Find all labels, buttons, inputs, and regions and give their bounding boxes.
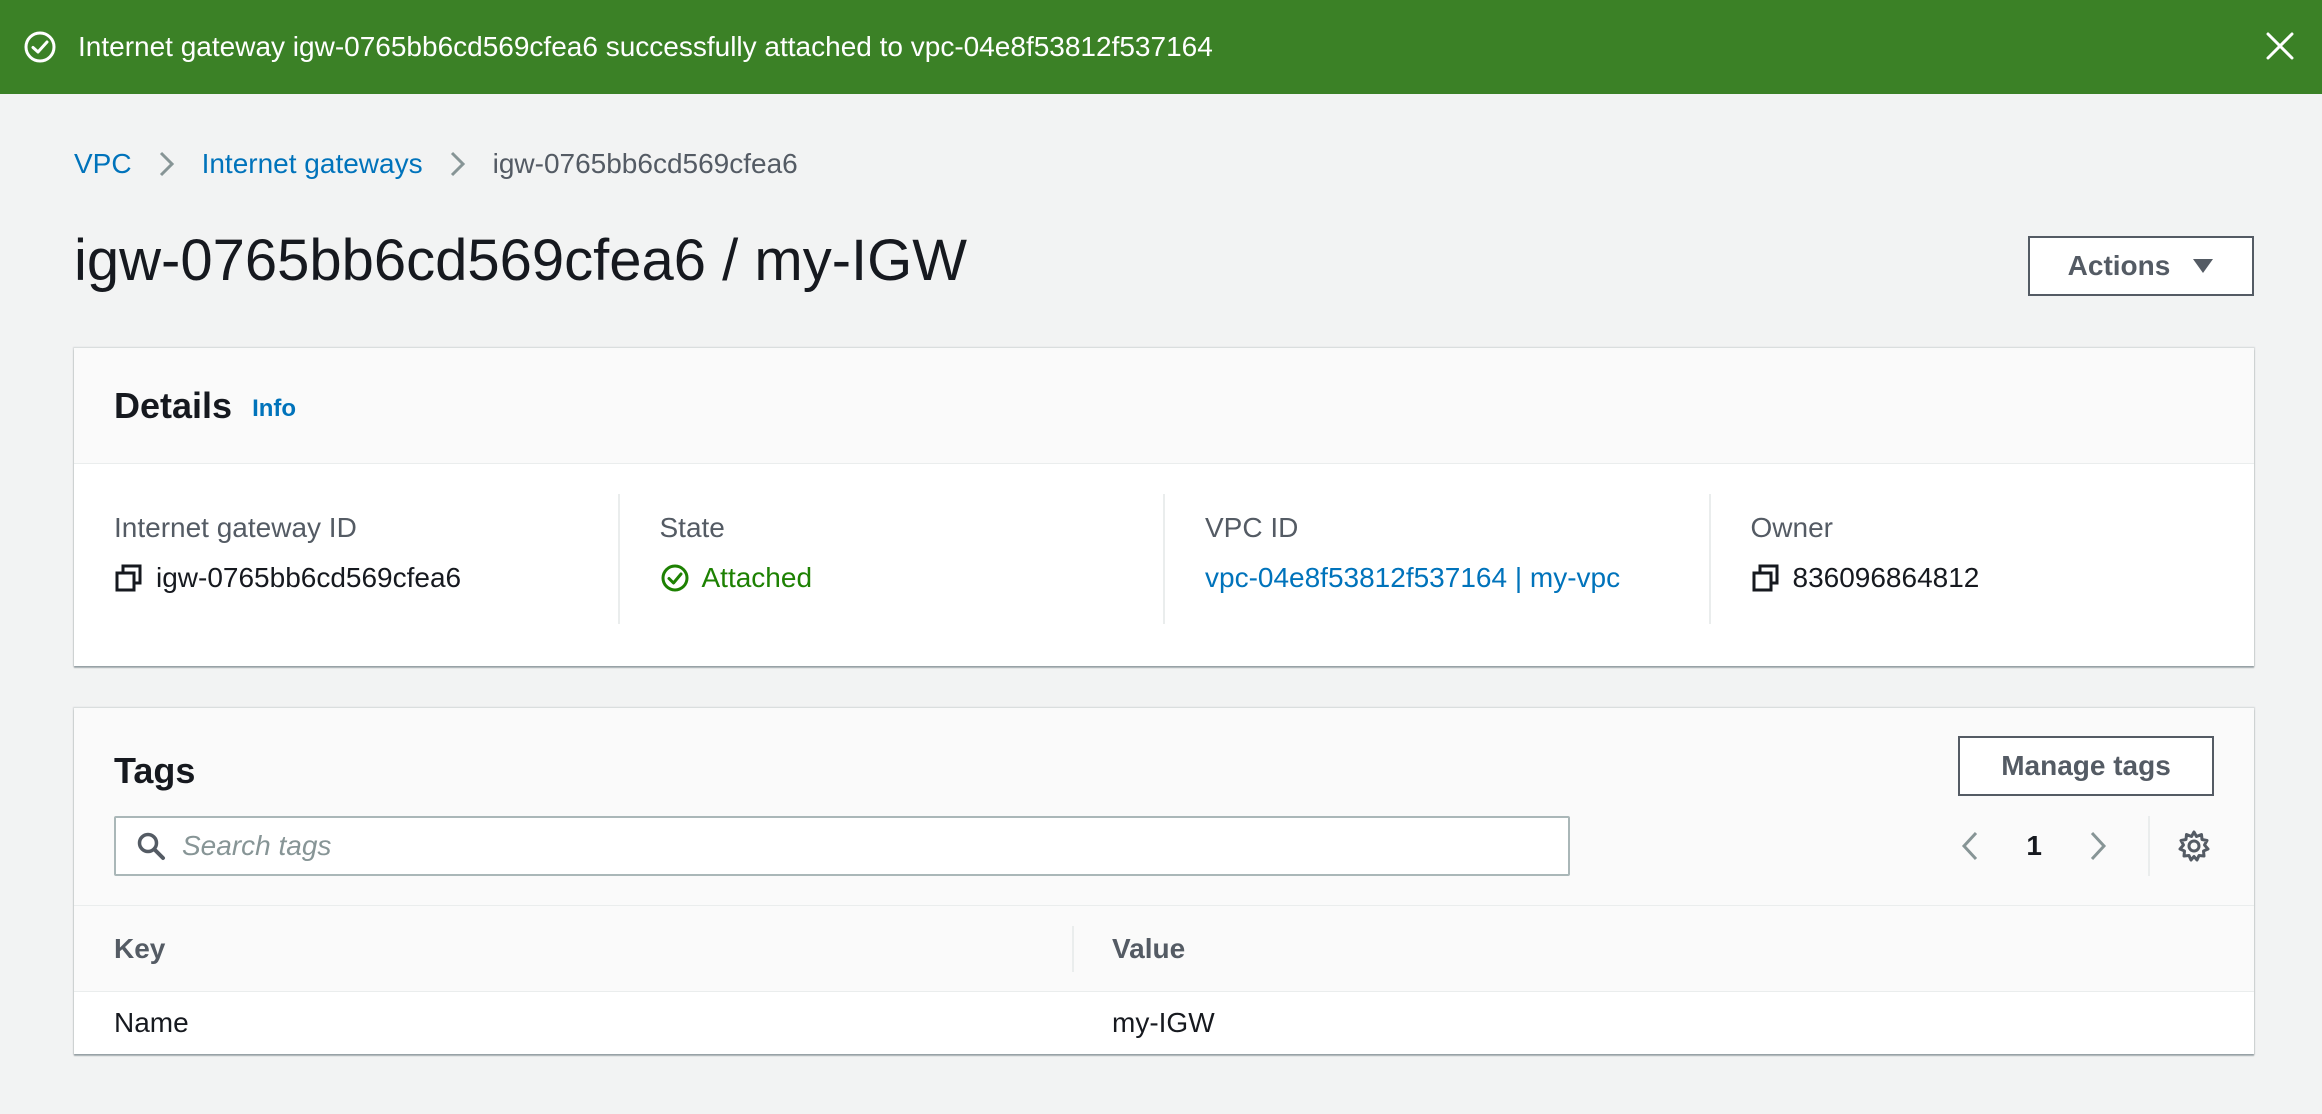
flash-message: Internet gateway igw-0765bb6cd569cfea6 s…	[78, 31, 1213, 62]
table-header: Key Value	[74, 906, 2254, 992]
detail-value: 836096864812	[1792, 562, 1980, 593]
pagination: 1	[1950, 816, 2214, 876]
gear-icon[interactable]	[2174, 826, 2214, 866]
tags-panel: Tags Manage tags 1	[74, 708, 2254, 1054]
table-row: Name my-IGW	[74, 992, 2254, 1054]
detail-value-row: 836096864812	[1751, 562, 2255, 594]
info-link[interactable]: Info	[252, 395, 296, 423]
tag-value-cell: my-IGW	[1112, 1007, 1215, 1038]
column-header-value[interactable]: Value	[1074, 933, 1185, 965]
breadcrumb-internet-gateways[interactable]: Internet gateways	[202, 148, 423, 180]
actions-dropdown-button[interactable]: Actions	[2028, 236, 2254, 296]
details-title: Details	[114, 384, 233, 426]
detail-value-row: vpc-04e8f53812f537164 | my-vpc	[1205, 562, 1709, 594]
tags-header: Tags Manage tags 1	[74, 708, 2254, 906]
detail-value: igw-0765bb6cd569cfea6	[156, 562, 462, 593]
detail-state: State Attached	[617, 494, 1164, 624]
state-status: Attached	[701, 562, 813, 593]
close-icon[interactable]	[2260, 26, 2300, 66]
details-grid: Internet gateway ID igw-0765bb6cd569cfea…	[74, 464, 2254, 636]
tags-title: Tags	[114, 750, 196, 791]
column-header-key[interactable]: Key	[74, 925, 1074, 972]
caret-down-icon	[2192, 250, 2214, 282]
check-circle-icon	[660, 563, 690, 593]
breadcrumb-vpc[interactable]: VPC	[74, 148, 132, 180]
details-header: Details Info	[74, 348, 2254, 464]
chevron-right-icon[interactable]	[2078, 826, 2118, 866]
divider	[2148, 816, 2150, 876]
details-panel: Details Info Internet gateway ID igw-076…	[74, 348, 2254, 666]
chevron-left-icon[interactable]	[1950, 826, 1990, 866]
detail-label: State	[659, 512, 725, 543]
search-icon	[136, 831, 166, 861]
detail-value-row: igw-0765bb6cd569cfea6	[114, 562, 618, 594]
copy-icon[interactable]	[114, 563, 144, 593]
detail-label: VPC ID	[1205, 512, 1299, 543]
detail-internet-gateway-id: Internet gateway ID igw-0765bb6cd569cfea…	[74, 494, 618, 624]
actions-label: Actions	[2067, 250, 2171, 281]
detail-label: Owner	[1750, 512, 1833, 543]
detail-owner: Owner 836096864812	[1708, 494, 2255, 624]
search-tags-input[interactable]	[180, 829, 1568, 863]
chevron-right-icon	[158, 150, 176, 178]
page-title: igw-0765bb6cd569cfea6 / my-IGW	[74, 228, 967, 293]
copy-icon[interactable]	[1751, 563, 1781, 593]
detail-vpc-id: VPC ID vpc-04e8f53812f537164 | my-vpc	[1163, 494, 1709, 624]
tag-key-cell: Name	[114, 1007, 189, 1038]
detail-label: Internet gateway ID	[114, 512, 357, 543]
vpc-id-link[interactable]: vpc-04e8f53812f537164 | my-vpc	[1205, 562, 1620, 594]
breadcrumb: VPC Internet gateways igw-0765bb6cd569cf…	[74, 148, 798, 180]
manage-tags-button[interactable]: Manage tags	[1958, 736, 2214, 796]
current-page[interactable]: 1	[2026, 830, 2042, 862]
success-flashbar: Internet gateway igw-0765bb6cd569cfea6 s…	[0, 0, 2322, 94]
search-tags-field[interactable]	[114, 816, 1570, 876]
check-circle-icon	[22, 29, 58, 65]
detail-value-row: Attached	[660, 562, 1164, 594]
chevron-right-icon	[449, 150, 467, 178]
breadcrumb-current: igw-0765bb6cd569cfea6	[492, 148, 798, 179]
